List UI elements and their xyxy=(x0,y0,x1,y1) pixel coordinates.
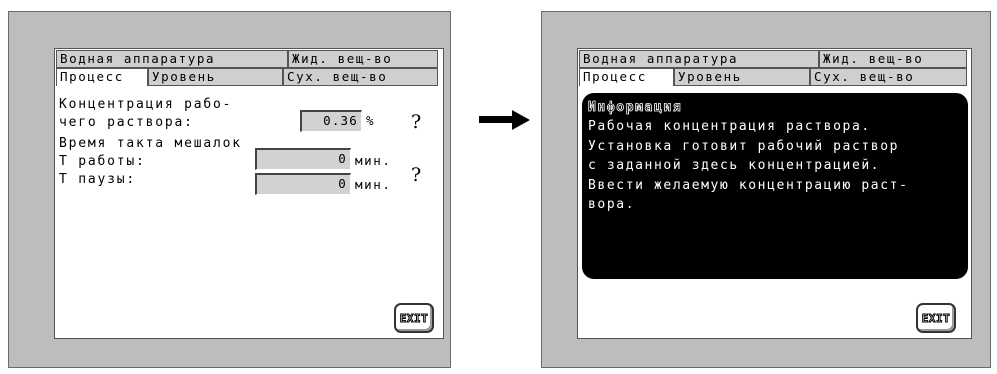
right-arrow-head xyxy=(512,110,530,130)
tab-process[interactable]: Процесс xyxy=(579,68,674,86)
info-line: вора. xyxy=(588,197,636,212)
question-mark-icon[interactable]: ? xyxy=(411,165,421,185)
tab-water-equipment[interactable]: Водная аппаратура xyxy=(579,50,819,68)
tab-liquid-substance[interactable]: Жид. вещ-во xyxy=(288,50,438,68)
work-time-label: Т работы: xyxy=(59,154,146,169)
info-line: Установка готовит рабочий раствор xyxy=(588,138,900,154)
cycle-time-label: Время такта мешалок xyxy=(59,136,242,151)
question-mark-icon[interactable]: ? xyxy=(411,112,421,132)
info-panel: Информация Рабочая концентрация раствора… xyxy=(582,93,968,279)
exit-button[interactable]: EXIT xyxy=(394,303,434,333)
tab-water-equipment[interactable]: Водная аппаратура xyxy=(56,50,288,68)
pause-time-field[interactable]: 0 xyxy=(255,173,351,195)
concentration-label-line1: Концентрация рабо- xyxy=(59,97,233,112)
tab-dry-substance[interactable]: Сух. вещ-во xyxy=(810,68,967,86)
work-time-unit: мин. xyxy=(355,153,392,168)
concentration-label-line2: чего раствора: xyxy=(59,115,194,130)
pause-time-label: Т паузы: xyxy=(59,172,137,187)
work-time-field[interactable]: 0 xyxy=(255,148,351,170)
right-screen: Водная аппаратура Жид. вещ-во Процесс Ур… xyxy=(577,48,972,339)
tab-level[interactable]: Уровень xyxy=(148,68,283,86)
right-device-bezel: Водная аппаратура Жид. вещ-во Процесс Ур… xyxy=(541,11,991,368)
info-line: с заданной здесь концентрацией. xyxy=(588,158,881,173)
exit-button[interactable]: EXIT xyxy=(916,303,956,333)
tab-dry-substance[interactable]: Сух. вещ-во xyxy=(283,68,438,86)
exit-button-label: EXIT xyxy=(399,311,429,325)
left-screen: Водная аппаратура Жид. вещ-во Процесс Ур… xyxy=(54,48,444,339)
pause-time-unit: мин. xyxy=(355,177,392,192)
exit-button-label: EXIT xyxy=(921,311,951,325)
info-title: Информация xyxy=(588,100,683,116)
tab-process[interactable]: Процесс xyxy=(56,68,148,86)
tab-liquid-substance[interactable]: Жид. вещ-во xyxy=(819,50,967,68)
info-line: Ввести желаемую концентрацию раст- xyxy=(588,177,909,193)
left-device-bezel: Водная аппаратура Жид. вещ-во Процесс Ур… xyxy=(8,11,451,368)
info-line: Рабочая концентрация раствора. xyxy=(588,119,871,134)
concentration-field[interactable]: 0.36 xyxy=(300,110,362,132)
right-arrow-icon xyxy=(479,116,515,123)
concentration-unit: % xyxy=(366,113,376,128)
tab-level[interactable]: Уровень xyxy=(674,68,810,86)
